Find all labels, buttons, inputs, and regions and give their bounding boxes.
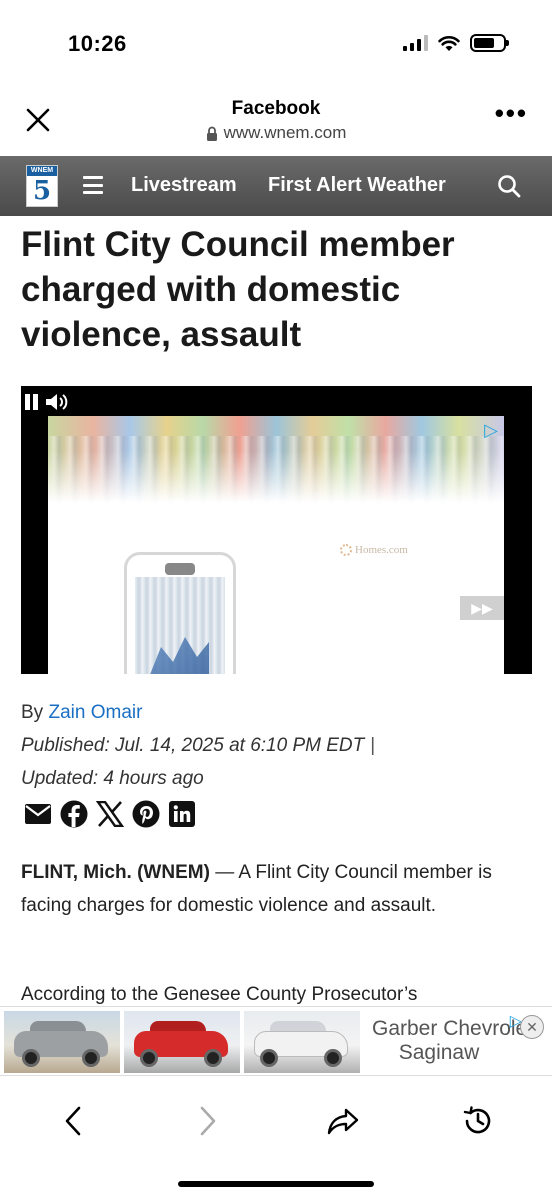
wifi-icon [438,35,460,51]
lock-icon [206,126,217,141]
url-text: www.wnem.com [223,123,347,142]
adchoices-icon[interactable]: ▷ [484,420,498,441]
pinterest-icon[interactable] [132,800,160,828]
linkedin-icon[interactable] [168,800,196,828]
ad-car-image[interactable] [244,1011,360,1073]
nav-item-first-alert-weather[interactable]: First Alert Weather [268,174,446,197]
battery-icon [470,34,509,52]
logo-number: 5 [32,176,52,206]
video-player[interactable]: ▷ Homes.com ▶▶ [21,386,532,674]
pause-icon[interactable] [25,394,38,410]
dateline: FLINT, Mich. (WNEM) [21,862,210,883]
signal-icon [403,35,428,51]
site-nav: WNEM 5 Livestream First Alert Weather [0,156,552,216]
email-icon[interactable] [24,800,52,828]
phone-illustration [124,552,236,674]
wnem-logo[interactable]: WNEM 5 [26,165,58,207]
bottom-banner-ad[interactable]: Garber Chevrolet Saginaw ▷ ✕ [0,1006,552,1076]
x-icon[interactable] [96,800,124,828]
article-headline: Flint City Council member charged with d… [21,225,455,354]
url-bar[interactable]: www.wnem.com [206,123,347,143]
published-text: Published: Jul. 14, 2025 at 6:10 PM EDT [21,735,365,756]
date-separator: | [370,735,376,756]
ad-line2: Saginaw [398,1041,480,1064]
nav-item-livestream[interactable]: Livestream [131,174,237,197]
browser-toolbar [0,1077,552,1200]
video-ad-frame[interactable]: ▷ Homes.com ▶▶ [48,416,504,674]
share-icon[interactable] [325,1103,361,1139]
ad-image-streaks [48,436,504,506]
byline-prefix: By [21,702,44,723]
more-icon[interactable]: ••• [495,100,528,126]
brand-logo-icon [340,544,352,556]
browser-header: Facebook www.wnem.com ••• [0,86,552,156]
published-date: Published: Jul. 14, 2025 at 6:10 PM EDT | [21,735,375,757]
updated-date: Updated: 4 hours ago [21,768,204,789]
share-row [24,800,196,828]
history-icon[interactable] [460,1103,496,1139]
byline: By Zain Omair [21,702,142,724]
status-time: 10:26 [68,31,127,56]
ad-car-image[interactable] [4,1011,120,1073]
author-link[interactable]: Zain Omair [48,702,142,723]
search-icon[interactable] [496,173,522,199]
menu-icon[interactable] [83,176,103,194]
browser-title: Facebook [231,98,321,119]
logo-text: WNEM [27,166,57,176]
volume-icon[interactable] [44,392,70,412]
home-indicator[interactable] [178,1181,374,1187]
skip-icon[interactable]: ▶▶ [460,596,504,620]
ad-brand: Homes.com [340,544,408,556]
close-icon[interactable]: ✕ [520,1015,544,1039]
facebook-icon[interactable] [60,800,88,828]
paragraph-text: According to the Genesee County Prosecut… [21,984,418,1005]
ad-car-image[interactable] [124,1011,240,1073]
video-controls [25,392,70,412]
back-icon[interactable] [55,1103,91,1139]
forward-icon[interactable] [190,1103,226,1139]
ad-brand-name: Homes.com [355,544,408,556]
status-icons [403,34,509,52]
status-bar: 10:26 [0,0,552,86]
article-paragraph: FLINT, Mich. (WNEM) — A Flint City Counc… [21,856,531,922]
header-center: Facebook www.wnem.com [0,98,552,146]
